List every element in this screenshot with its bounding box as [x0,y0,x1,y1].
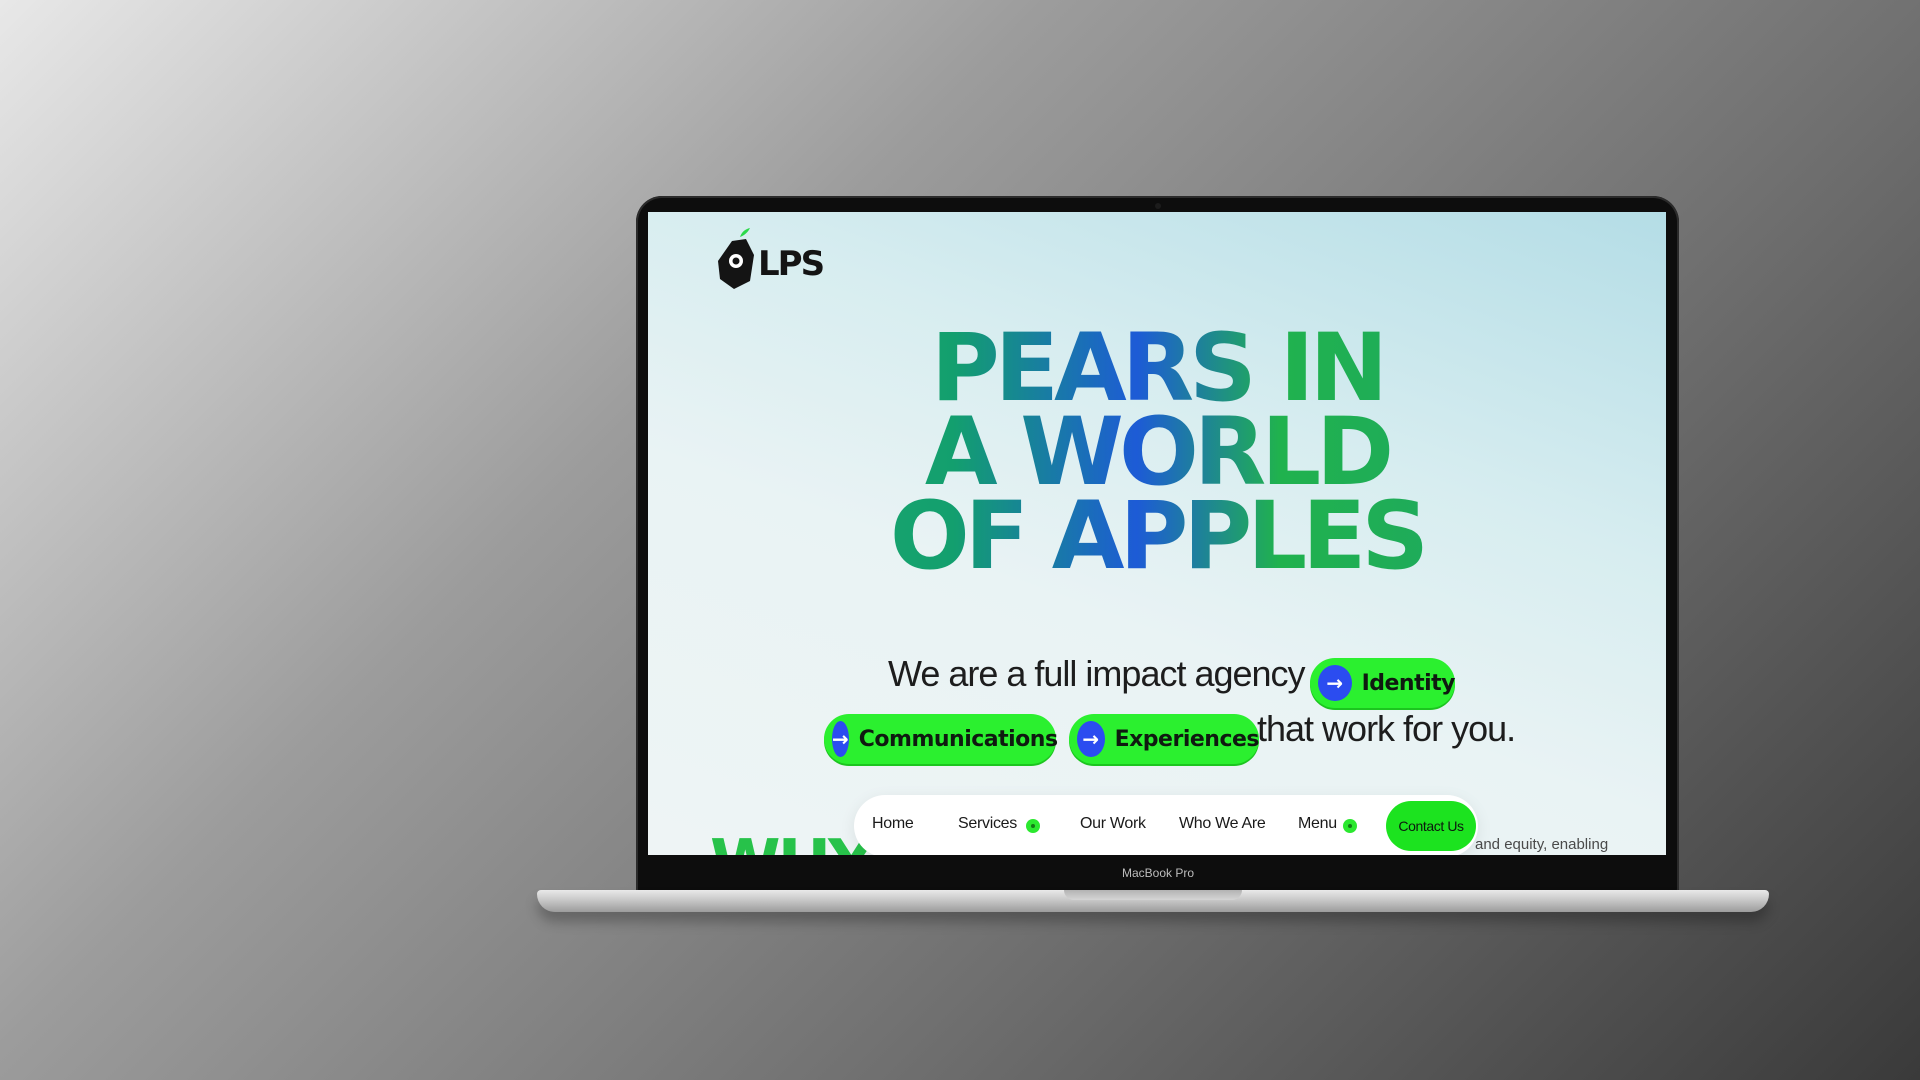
pill-experiences[interactable]: → Experiences [1069,714,1260,764]
services-dropdown-icon[interactable] [1026,819,1040,833]
nav-item-our-work[interactable]: Our Work [1080,815,1146,833]
tagline-end: that work for you. [1257,708,1516,749]
laptop-screen: LPS PEARS IN A WORLD OF APPLES We are a … [648,212,1666,855]
floating-navbar: Home Services Our Work Who We Are Menu C… [854,795,1478,855]
pill-label: Experiences [1114,726,1260,752]
pill-identity[interactable]: → Identity [1310,658,1456,708]
logo-text: LPS [758,244,823,284]
arrow-right-icon: → [832,721,849,757]
nav-item-services[interactable]: Services [958,815,1017,833]
nav-item-menu[interactable]: Menu [1298,815,1337,833]
section-body-peek: and equity, enabling [1475,836,1609,853]
nav-item-home[interactable]: Home [872,815,914,833]
tagline-start: We are a full impact agency [888,653,1306,694]
device-model-label: MacBook Pro [1121,866,1195,880]
lps-logo[interactable]: LPS [714,227,834,293]
arrow-right-icon: → [1077,721,1105,757]
logo-leaf-icon [740,228,750,237]
nav-item-who-we-are[interactable]: Who We Are [1179,815,1266,833]
pill-label: Communications [858,726,1058,752]
menu-dropdown-icon[interactable] [1343,819,1357,833]
pill-communications[interactable]: → Communications [824,714,1058,764]
camera-icon [1155,203,1161,209]
hero-headline: PEARS IN A WORLD OF APPLES [648,327,1666,579]
headline-line-3: OF APPLES [889,482,1425,591]
contact-us-button[interactable]: Contact Us [1386,801,1476,851]
laptop-opening-notch [1064,890,1242,900]
pill-label: Identity [1361,670,1456,696]
section-heading-peek: WHY [710,832,874,855]
arrow-right-icon: → [1318,665,1352,701]
